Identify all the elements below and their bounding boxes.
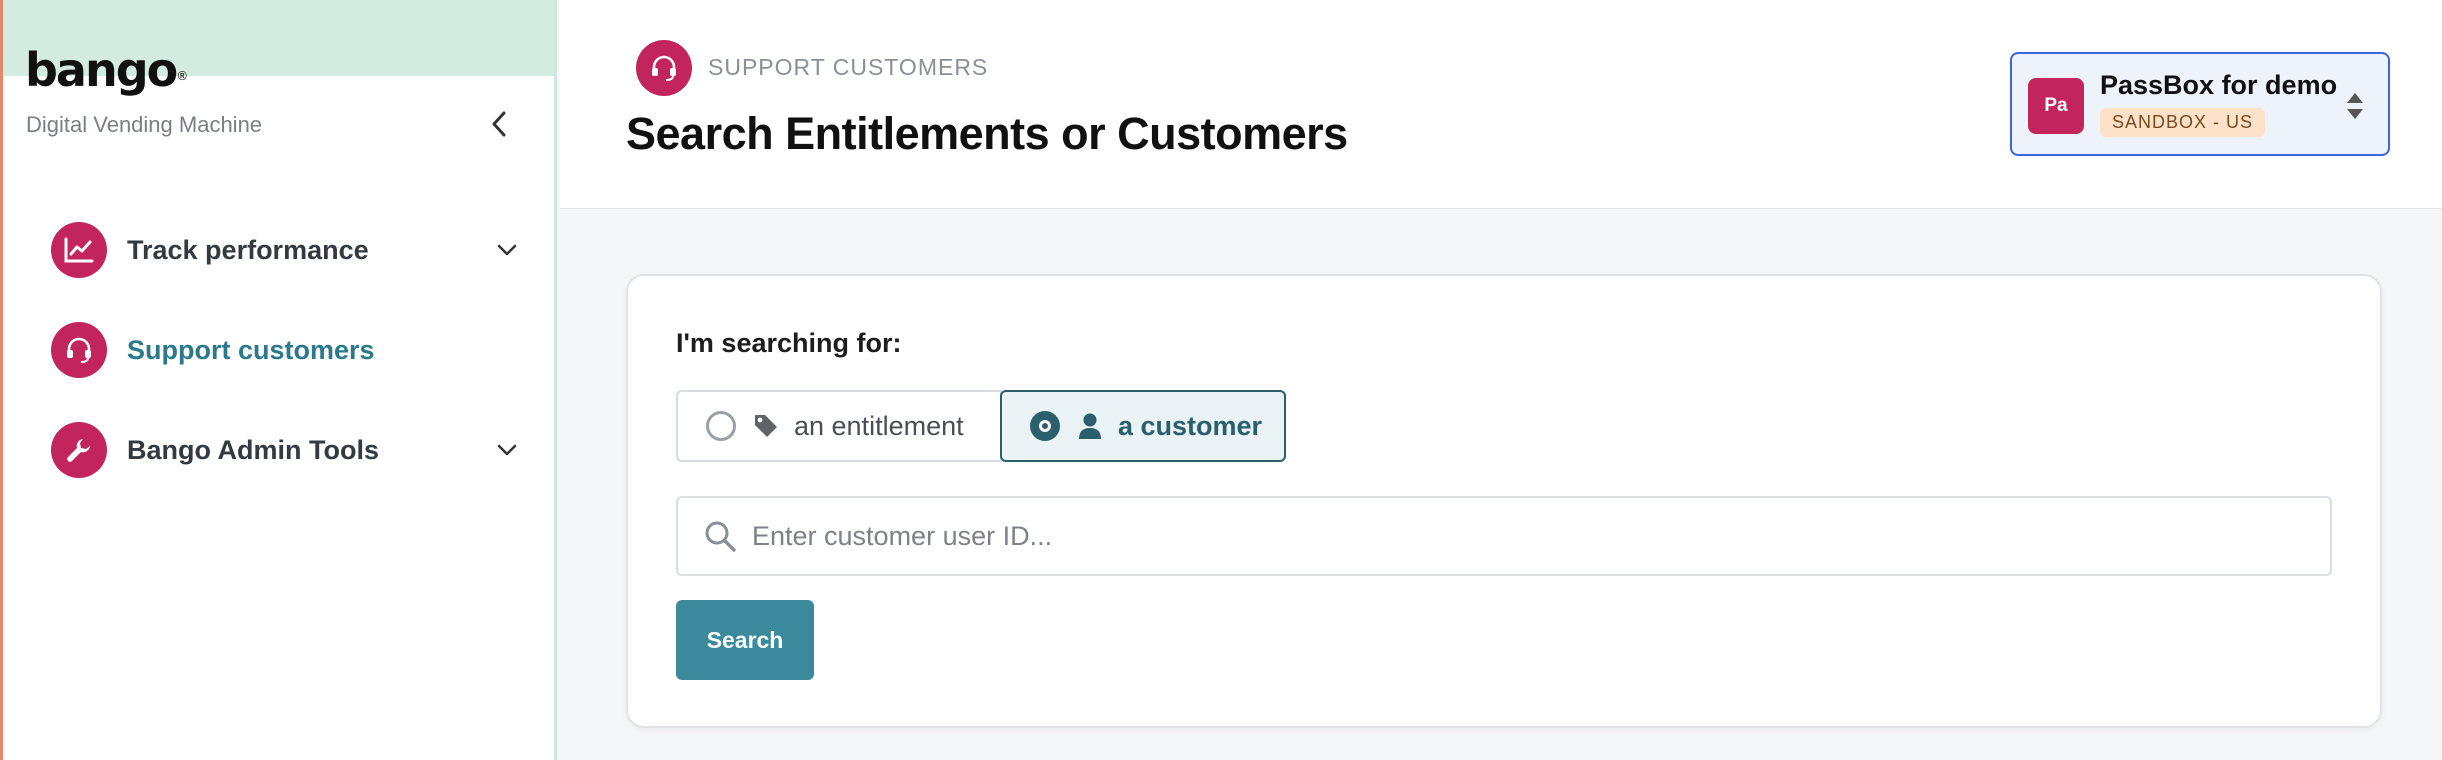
sidebar-item-bango-admin-tools[interactable]: Bango Admin Tools <box>51 418 521 482</box>
option-entitlement[interactable]: an entitlement <box>676 390 1002 462</box>
search-icon <box>702 518 738 554</box>
search-card: I'm searching for: an entitlement a cust… <box>626 274 2382 728</box>
radio-unselected[interactable] <box>706 411 736 441</box>
customer-id-input[interactable] <box>750 519 2330 553</box>
chevron-down-icon <box>493 236 521 264</box>
headset-icon <box>636 40 692 96</box>
environment-badge: SANDBOX - US <box>2100 108 2266 137</box>
account-avatar: Pa <box>2028 78 2084 134</box>
option-label: a customer <box>1118 410 1263 441</box>
tagline: Digital Vending Machine <box>26 112 263 137</box>
breadcrumb: SUPPORT CUSTOMERS <box>708 54 989 80</box>
collapse-sidebar-button[interactable] <box>479 104 519 144</box>
sidebar-item-label: Support customers <box>127 334 375 365</box>
sidebar-item-label: Bango Admin Tools <box>127 434 379 465</box>
option-label: an entitlement <box>794 410 964 441</box>
page-header: SUPPORT CUSTOMERS Search Entitlements or… <box>560 0 2442 209</box>
account-name: PassBox for demo <box>2100 70 2338 100</box>
tag-icon <box>752 412 780 440</box>
bango-logo: bango® <box>25 42 188 98</box>
search-type-label: I'm searching for: <box>676 328 902 358</box>
wrench-icon <box>51 422 107 478</box>
chevron-left-icon <box>492 111 506 137</box>
sidebar-item-track-performance[interactable]: Track performance <box>51 218 521 282</box>
option-customer[interactable]: a customer <box>1000 390 1286 462</box>
search-button[interactable]: Search <box>676 600 814 680</box>
headset-icon <box>51 322 107 378</box>
page-title: Search Entitlements or Customers <box>626 108 1348 159</box>
account-switcher[interactable]: Pa PassBox for demo SANDBOX - US <box>2010 52 2390 156</box>
line-chart-icon <box>51 222 107 278</box>
chevron-down-icon <box>493 436 521 464</box>
radio-selected[interactable] <box>1030 411 1060 441</box>
user-icon <box>1076 412 1104 440</box>
sidebar-item-support-customers[interactable]: Support customers <box>51 318 521 382</box>
sort-icon <box>2347 93 2363 119</box>
sidebar: bango® Digital Vending Machine Track per… <box>3 0 557 760</box>
sidebar-item-label: Track performance <box>127 234 369 265</box>
logo-text: bango <box>25 43 178 97</box>
registered-mark: ® <box>176 69 188 83</box>
search-field[interactable] <box>676 496 2332 576</box>
